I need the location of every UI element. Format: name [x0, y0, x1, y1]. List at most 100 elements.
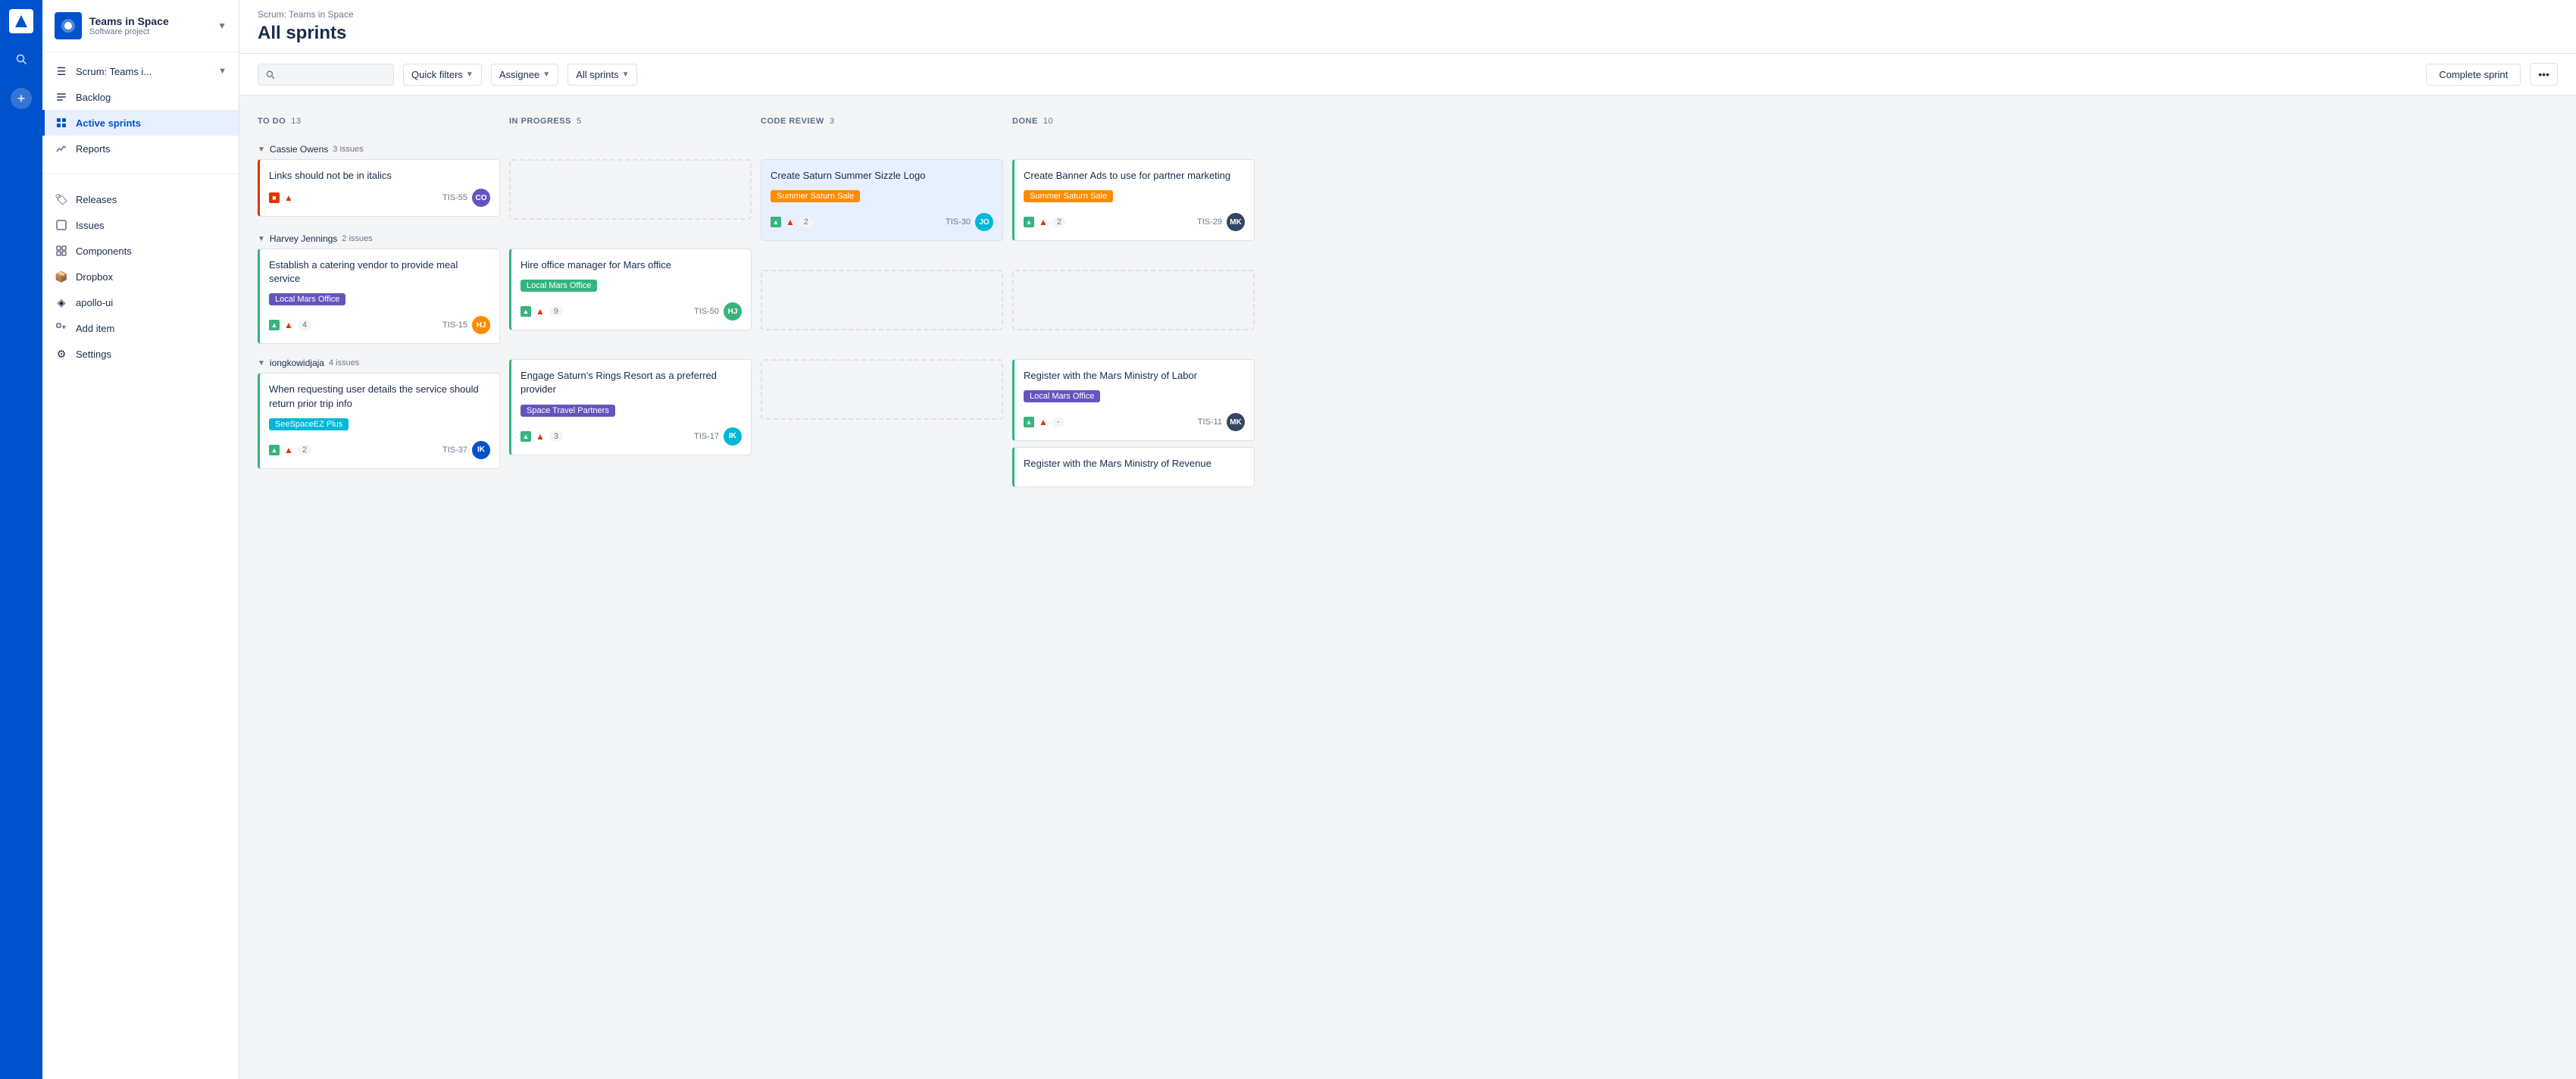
reports-icon [55, 142, 68, 155]
sidebar-item-backlog[interactable]: Backlog [42, 84, 239, 110]
cassie-codereview-cards: Create Saturn Summer Sizzle Logo Summer … [761, 159, 1003, 241]
dropbox-icon: 📦 [55, 270, 68, 283]
card-TIS-30-priority-icon: ▲ [786, 217, 795, 227]
card-TIS-15-type-icon: ▲ [269, 320, 280, 330]
swimlane-harvey-count: 2 issues [342, 234, 372, 243]
assignee-dropdown[interactable]: Assignee ▼ [491, 64, 558, 86]
card-TIS-29-count: 2 [1052, 217, 1066, 227]
column-done-header: DONE 10 [1012, 108, 1255, 133]
card-TIS-11[interactable]: Register with the Mars Ministry of Labor… [1012, 359, 1255, 441]
card-TIS-11-title: Register with the Mars Ministry of Labor [1024, 369, 1245, 383]
card-TIS-55[interactable]: Links should not be in italics ■ ▲ TIS-5… [258, 159, 500, 217]
swimlane-harvey-todo: ▼ Harvey Jennings 2 issues Establish a c… [258, 229, 500, 344]
sidebar-item-releases-label: Releases [76, 194, 117, 205]
card-TIS-29[interactable]: Create Banner Ads to use for partner mar… [1012, 159, 1255, 241]
quick-filters-label: Quick filters [411, 69, 463, 80]
project-chevron-icon[interactable]: ▼ [217, 20, 227, 31]
column-todo-header: TO DO 13 [258, 108, 500, 133]
card-TIS-50-id: TIS-50 [694, 307, 719, 316]
swimlane-cassie-todo: ▼ Cassie Owens 3 issues Links should not… [258, 139, 500, 220]
cassie-todo-cards: Links should not be in italics ■ ▲ TIS-5… [258, 159, 500, 220]
card-mars-revenue[interactable]: Register with the Mars Ministry of Reven… [1012, 447, 1255, 486]
sidebar-item-apollo-ui[interactable]: ◈ apollo-ui [42, 289, 239, 315]
card-TIS-17-tag: Space Travel Partners [521, 405, 615, 417]
card-TIS-50-title: Hire office manager for Mars office [521, 258, 742, 272]
complete-sprint-button[interactable]: Complete sprint [2426, 64, 2521, 86]
card-TIS-30-avatar: JO [975, 213, 993, 231]
card-TIS-15-priority-icon: ▲ [284, 320, 293, 330]
card-TIS-15-count: 4 [298, 320, 311, 330]
card-TIS-29-avatar: MK [1227, 213, 1245, 231]
card-TIS-55-title: Links should not be in italics [269, 169, 490, 183]
sidebar-item-add-item[interactable]: Add item [42, 315, 239, 341]
card-TIS-30[interactable]: Create Saturn Summer Sizzle Logo Summer … [761, 159, 1003, 241]
apollo-ui-icon: ◈ [55, 296, 68, 309]
breadcrumb: Scrum: Teams in Space [258, 9, 2558, 20]
sidebar-item-add-item-label: Add item [76, 323, 114, 334]
card-TIS-37[interactable]: When requesting user details the service… [258, 373, 500, 468]
card-TIS-15-footer: ▲ ▲ 4 TIS-15 HJ [269, 316, 490, 334]
card-TIS-30-title: Create Saturn Summer Sizzle Logo [771, 169, 993, 183]
all-sprints-dropdown[interactable]: All sprints ▼ [567, 64, 637, 86]
sidebar-item-settings[interactable]: ⚙ Settings [42, 341, 239, 367]
card-TIS-37-title: When requesting user details the service… [269, 383, 490, 410]
swimlane-harvey-codereview: Harvey Jennings 2 issues [761, 250, 1003, 330]
project-header[interactable]: Teams in Space Software project ▼ [42, 0, 239, 52]
sidebar-item-components-label: Components [76, 246, 132, 257]
swimlane-harvey-done: Harvey Jennings 2 issues [1012, 250, 1255, 330]
card-mars-revenue-title: Register with the Mars Ministry of Reven… [1024, 457, 1245, 471]
releases-icon: 🏷 [55, 192, 68, 206]
search-input[interactable] [280, 69, 386, 80]
page-title: All sprints [258, 23, 2558, 53]
all-sprints-label: All sprints [576, 69, 618, 80]
card-TIS-37-count: 2 [298, 445, 311, 455]
sidebar-item-reports[interactable]: Reports [42, 136, 239, 161]
card-TIS-17-avatar: IK [724, 427, 742, 446]
card-TIS-37-type-icon: ▲ [269, 445, 280, 455]
settings-icon: ⚙ [55, 347, 68, 361]
cassie-done-cards: Create Banner Ads to use for partner mar… [1012, 159, 1255, 241]
more-options-button[interactable]: ••• [2530, 63, 2558, 86]
card-TIS-17-title: Engage Saturn's Rings Resort as a prefer… [521, 369, 742, 396]
sidebar-item-active-sprints[interactable]: Active sprints [42, 110, 239, 136]
card-TIS-30-footer: ▲ ▲ 2 TIS-30 JO [771, 213, 993, 231]
card-TIS-11-tag: Local Mars Office [1024, 390, 1100, 402]
scrum-chevron-icon: ▼ [218, 67, 227, 76]
cassie-inprogress-cards [509, 159, 752, 220]
sidebar-item-components[interactable]: Components [42, 238, 239, 264]
card-TIS-17-priority-icon: ▲ [536, 431, 545, 442]
search-icon[interactable] [11, 48, 32, 70]
card-TIS-17[interactable]: Engage Saturn's Rings Resort as a prefer… [509, 359, 752, 455]
card-TIS-55-avatar: CO [472, 189, 490, 207]
card-TIS-30-id: TIS-30 [946, 217, 971, 227]
sidebar-item-reports-label: Reports [76, 143, 111, 155]
card-TIS-17-footer: ▲ ▲ 3 TIS-17 IK [521, 427, 742, 446]
column-done-title: DONE 10 [1012, 117, 1053, 126]
swimlane-cassie-header[interactable]: ▼ Cassie Owens 3 issues [258, 139, 500, 159]
card-TIS-11-type-icon: ▲ [1024, 417, 1034, 427]
sidebar-item-issues[interactable]: Issues [42, 212, 239, 238]
card-TIS-50-tag: Local Mars Office [521, 280, 597, 292]
card-TIS-50[interactable]: Hire office manager for Mars office Loca… [509, 249, 752, 330]
sidebar-item-dropbox[interactable]: 📦 Dropbox [42, 264, 239, 289]
sidebar-item-releases[interactable]: 🏷 Releases [42, 186, 239, 212]
app-logo[interactable] [9, 9, 33, 33]
quick-filters-dropdown[interactable]: Quick filters ▼ [403, 64, 482, 86]
swimlane-iong-done: iongkowidjaja 4 issues Register with the… [1012, 339, 1255, 486]
harvey-done-placeholder [1012, 270, 1255, 330]
main-content: Scrum: Teams in Space All sprints Quick … [239, 0, 2576, 1079]
harvey-inprogress-cards: Hire office manager for Mars office Loca… [509, 249, 752, 330]
sidebar-item-backlog-label: Backlog [76, 92, 111, 103]
card-TIS-37-avatar: IK [472, 441, 490, 459]
card-TIS-29-tag: Summer Saturn Sale [1024, 190, 1113, 202]
column-inprogress: IN PROGRESS 5 Cassie Owens 3 issues Harv… [509, 108, 752, 1067]
quick-filters-chevron-icon: ▼ [466, 70, 474, 79]
swimlane-cassie-chevron-icon: ▼ [258, 145, 265, 154]
swimlane-harvey-header[interactable]: ▼ Harvey Jennings 2 issues [258, 229, 500, 249]
sidebar-item-scrum[interactable]: ☰ Scrum: Teams i... ▼ [42, 58, 239, 84]
card-TIS-15[interactable]: Establish a catering vendor to provide m… [258, 249, 500, 344]
search-box[interactable] [258, 64, 394, 86]
swimlane-iong-header[interactable]: ▼ iongkowidjaja 4 issues [258, 353, 500, 373]
card-TIS-17-id: TIS-17 [694, 432, 719, 441]
create-button[interactable]: + [11, 88, 32, 109]
